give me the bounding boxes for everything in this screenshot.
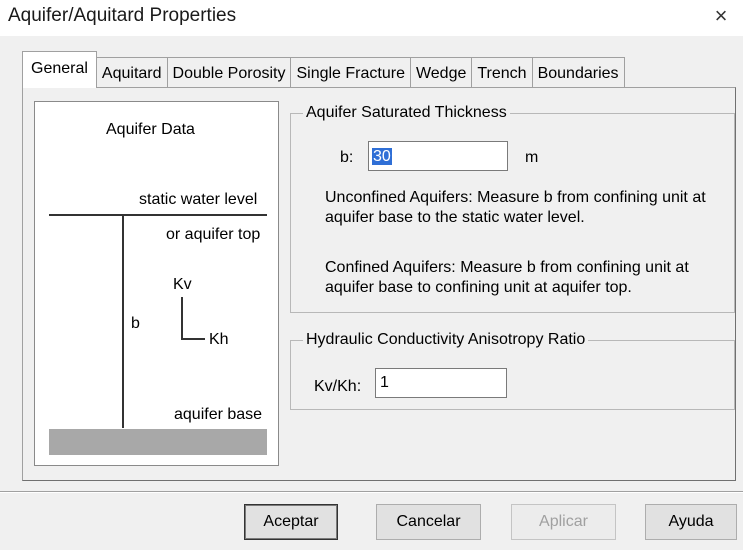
accept-button[interactable]: Aceptar [244, 504, 338, 540]
aquifer-base-bar [49, 429, 267, 455]
help-button[interactable]: Ayuda [645, 504, 737, 540]
tab-single-fracture[interactable]: Single Fracture [291, 57, 411, 88]
b-label: b [131, 315, 140, 332]
cancel-button[interactable]: Cancelar [376, 504, 481, 540]
unconfined-note: Unconfined Aquifers: Measure b from conf… [325, 189, 706, 226]
tab-bar: General Aquitard Double Porosity Single … [22, 50, 625, 88]
close-icon[interactable]: × [706, 2, 736, 30]
aquifer-base-label: aquifer base [174, 406, 263, 423]
anisotropy-legend: Hydraulic Conductivity Anisotropy Ratio [303, 329, 589, 351]
button-separator [0, 491, 743, 493]
apply-button[interactable]: Aplicar [511, 504, 616, 540]
saturated-thickness-legend: Aquifer Saturated Thickness [303, 102, 510, 124]
kv-label: Kv [173, 276, 192, 293]
static-water-level-label: static water level [139, 191, 258, 208]
confined-note: Confined Aquifers: Measure b from confin… [325, 259, 689, 296]
kvkh-label: Kv/Kh: [314, 378, 362, 395]
tab-aquitard[interactable]: Aquitard [96, 57, 168, 88]
tab-general[interactable]: General [22, 51, 97, 88]
diagram-heading: Aquifer Data [106, 121, 195, 138]
aquifer-top-label: or aquifer top [166, 226, 261, 243]
kv-axis-line [181, 297, 183, 339]
thickness-line [122, 216, 124, 428]
saturated-thickness-group: Aquifer Saturated Thickness b: 30 m Unco… [290, 102, 735, 313]
window-title: Aquifer/Aquitard Properties [8, 5, 237, 26]
kvkh-input[interactable] [375, 368, 507, 398]
aquifer-diagram: Aquifer Data static water level or aquif… [34, 101, 279, 466]
kh-axis-line [181, 338, 205, 340]
kh-label: Kh [209, 331, 229, 348]
tab-boundaries[interactable]: Boundaries [532, 57, 625, 88]
thickness-unit: m [525, 149, 539, 166]
anisotropy-group: Hydraulic Conductivity Anisotropy Ratio … [290, 329, 735, 410]
b-field-label: b: [340, 149, 354, 166]
tab-wedge[interactable]: Wedge [410, 57, 473, 88]
water-level-line [49, 214, 267, 216]
b-input[interactable] [368, 141, 508, 171]
tab-trench[interactable]: Trench [472, 57, 533, 88]
tab-double-porosity[interactable]: Double Porosity [167, 57, 292, 88]
